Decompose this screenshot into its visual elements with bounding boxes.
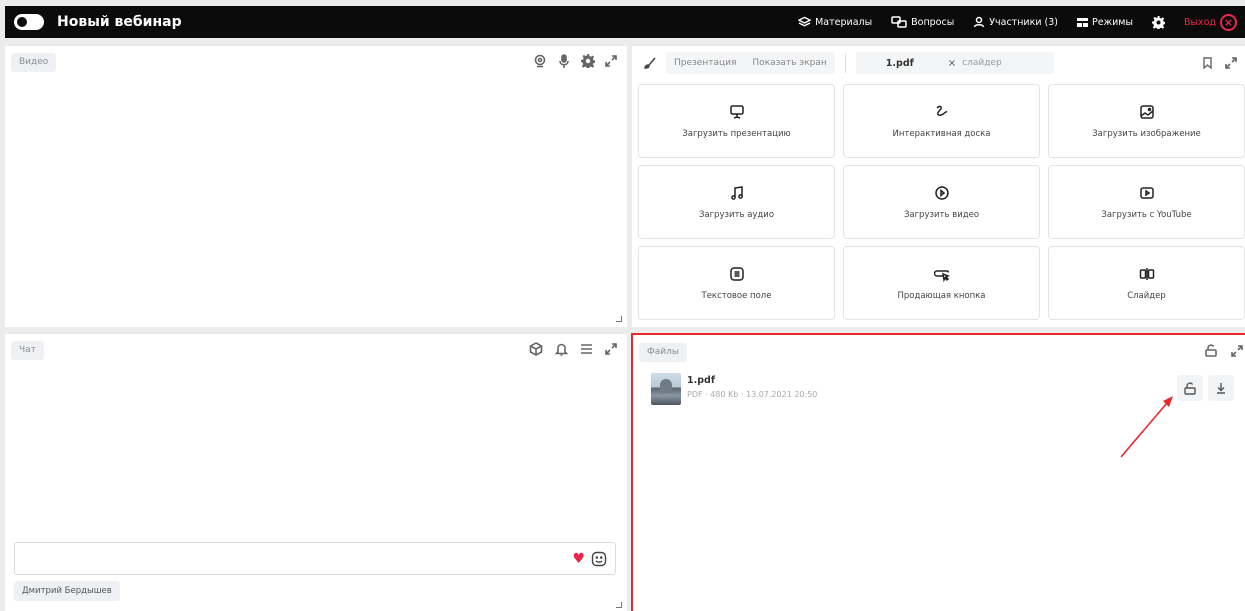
tab-presentation[interactable]: Презентация bbox=[666, 58, 744, 68]
video-toolbar bbox=[533, 54, 617, 68]
divider bbox=[844, 53, 846, 73]
resize-handle[interactable] bbox=[616, 602, 622, 608]
settings-button[interactable] bbox=[1151, 15, 1165, 29]
card-label: Слайдер bbox=[1127, 290, 1166, 301]
webinar-title: Новый вебинар bbox=[57, 14, 182, 30]
play-circle-icon bbox=[934, 185, 949, 200]
user-name-badge[interactable]: Дмитрий Бердышев bbox=[14, 581, 120, 601]
nav-questions[interactable]: Вопросы bbox=[891, 15, 955, 29]
card-whiteboard[interactable]: Интерактивная доска bbox=[843, 84, 1040, 158]
emoji-icon[interactable] bbox=[591, 551, 607, 567]
microphone-icon[interactable] bbox=[557, 54, 571, 68]
chat-input[interactable]: ♥ bbox=[14, 542, 616, 575]
menu-icon[interactable] bbox=[580, 343, 593, 355]
resize-handle[interactable] bbox=[616, 316, 622, 322]
card-upload-presentation[interactable]: Загрузить презентацию bbox=[638, 84, 835, 158]
gear-icon[interactable] bbox=[581, 54, 595, 68]
slider-icon bbox=[1139, 267, 1154, 280]
layers-icon bbox=[798, 16, 812, 27]
text-box-icon bbox=[729, 266, 744, 281]
cube-icon[interactable] bbox=[529, 342, 543, 356]
nav-materials[interactable]: Материалы bbox=[798, 16, 872, 29]
close-icon[interactable]: × bbox=[948, 58, 956, 69]
presentation-toolbar bbox=[1202, 57, 1237, 69]
card-label: Загрузить изображение bbox=[1092, 128, 1201, 139]
nav-modes[interactable]: Режимы bbox=[1076, 16, 1133, 28]
nav-modes-label: Режимы bbox=[1091, 16, 1133, 28]
file-tab[interactable]: 1.pdf × слайдер bbox=[855, 52, 1054, 74]
exit-label: Выход bbox=[1183, 16, 1216, 28]
files-label: Файлы bbox=[639, 343, 687, 362]
unlock-icon[interactable] bbox=[1205, 344, 1217, 357]
chat-bubbles-icon bbox=[891, 15, 907, 28]
files-toolbar bbox=[1205, 344, 1243, 357]
gear-icon bbox=[1151, 15, 1165, 29]
file-info: PDF · 480 Kb · 13.07.2021 20:50 bbox=[687, 390, 818, 399]
nav-participants[interactable]: Участники (3) bbox=[973, 16, 1058, 28]
download-button[interactable] bbox=[1208, 375, 1234, 401]
chat-label: Чат bbox=[11, 341, 44, 360]
heart-icon[interactable]: ♥ bbox=[572, 552, 585, 566]
card-label: Продающая кнопка bbox=[897, 290, 986, 301]
top-nav: Материалы Вопросы Участники (3) Режимы В… bbox=[779, 6, 1237, 38]
file-thumbnail bbox=[651, 373, 681, 405]
expand-icon[interactable] bbox=[1225, 57, 1237, 69]
nav-participants-label: Участники (3) bbox=[989, 16, 1058, 28]
bookmark-icon[interactable] bbox=[1202, 57, 1213, 69]
cursor-button-icon bbox=[933, 269, 950, 282]
card-label: Текстовое поле bbox=[701, 290, 772, 301]
card-upload-image[interactable]: Загрузить изображение bbox=[1048, 84, 1245, 158]
bell-icon[interactable] bbox=[555, 342, 568, 356]
nav-materials-label: Материалы bbox=[815, 16, 873, 28]
chat-toolbar bbox=[529, 342, 617, 356]
file-item[interactable]: 1.pdf PDF · 480 Kb · 13.07.2021 20:50 bbox=[651, 373, 817, 405]
card-label: Загрузить видео bbox=[903, 209, 980, 220]
card-label: Загрузить с YouTube bbox=[1101, 209, 1192, 220]
chat-panel: Чат ♥ Дмитрий Бердышев bbox=[5, 334, 627, 611]
card-upload-audio[interactable]: Загрузить аудио bbox=[638, 165, 835, 239]
close-circle-icon: × bbox=[1220, 13, 1237, 31]
grid-icon bbox=[1076, 17, 1088, 27]
presentation-icon bbox=[729, 104, 744, 119]
top-bar: Новый вебинар Материалы Вопросы Участник… bbox=[5, 6, 1245, 38]
card-sell-button[interactable]: Продающая кнопка bbox=[843, 246, 1040, 320]
expand-icon[interactable] bbox=[605, 55, 617, 67]
exit-button[interactable]: Выход × bbox=[1183, 13, 1237, 31]
content-type-grid: Загрузить презентацию Интерактивная доск… bbox=[638, 84, 1245, 320]
annotation-arrow bbox=[1120, 396, 1173, 458]
card-slider[interactable]: Слайдер bbox=[1048, 246, 1245, 320]
nav-questions-label: Вопросы bbox=[911, 16, 955, 28]
music-note-icon bbox=[730, 185, 743, 200]
card-label: Интерактивная доска bbox=[892, 128, 991, 139]
file-tab-name: 1.pdf bbox=[885, 57, 914, 69]
download-icon bbox=[1217, 383, 1225, 394]
toggle-switch[interactable] bbox=[14, 14, 44, 30]
presentation-tabs: Презентация Показать экран 1.pdf × слайд… bbox=[638, 51, 1239, 75]
mode-tabs: Презентация Показать экран bbox=[666, 52, 835, 74]
file-meta: 1.pdf PDF · 480 Kb · 13.07.2021 20:50 bbox=[687, 375, 817, 399]
presentation-panel: Презентация Показать экран 1.pdf × слайд… bbox=[632, 46, 1245, 327]
expand-icon[interactable] bbox=[605, 343, 617, 355]
brush-icon[interactable] bbox=[638, 52, 662, 74]
video-panel: Видео bbox=[5, 46, 627, 327]
file-name: 1.pdf bbox=[687, 375, 715, 386]
card-text-field[interactable]: Текстовое поле bbox=[638, 246, 835, 320]
files-panel: Файлы 1.pdf PDF · 480 Kb · 13.07.2021 20… bbox=[631, 333, 1245, 611]
video-label: Видео bbox=[11, 53, 57, 72]
webcam-icon[interactable] bbox=[533, 54, 547, 68]
tab-share-screen[interactable]: Показать экран bbox=[744, 58, 834, 68]
user-icon bbox=[973, 16, 985, 28]
card-upload-youtube[interactable]: Загрузить с YouTube bbox=[1048, 165, 1245, 239]
image-icon bbox=[1139, 104, 1154, 119]
scribble-icon bbox=[935, 105, 947, 116]
slider-tab-label[interactable]: слайдер bbox=[962, 58, 1002, 68]
card-label: Загрузить аудио bbox=[698, 209, 775, 220]
card-upload-video[interactable]: Загрузить видео bbox=[843, 165, 1040, 239]
card-label: Загрузить презентацию bbox=[682, 128, 791, 139]
youtube-icon bbox=[1139, 186, 1154, 199]
expand-icon[interactable] bbox=[1231, 344, 1243, 357]
